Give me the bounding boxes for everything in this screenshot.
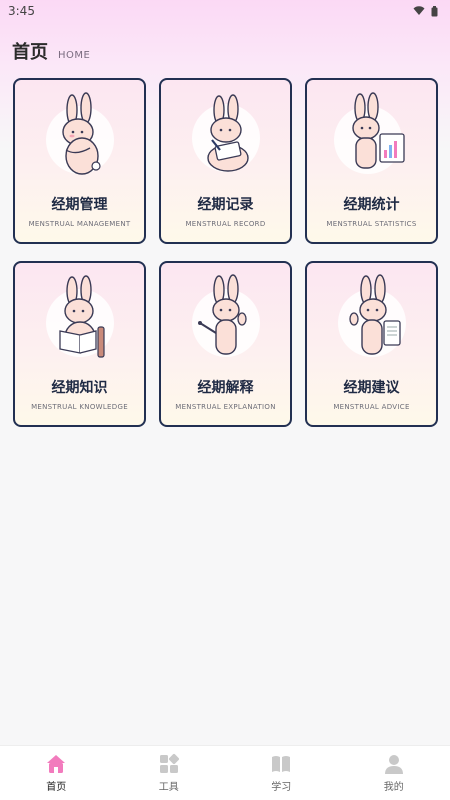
card-menstrual-statistics[interactable]: 经期统计 MENSTRUAL STATISTICS [305, 78, 438, 244]
card-title: 经期管理 [51, 197, 108, 213]
card-title: 经期统计 [343, 197, 400, 213]
tools-icon [159, 753, 179, 773]
card-title: 经期建议 [343, 380, 400, 396]
card-menstrual-management[interactable]: 经期管理 MENSTRUAL MANAGEMENT [13, 78, 146, 244]
status-icons [413, 5, 438, 17]
page-subtitle: HOME [58, 50, 91, 61]
card-subtitle: MENSTRUAL RECORD [185, 220, 266, 228]
card-title: 经期记录 [197, 197, 254, 213]
bunny-hugging-icon [45, 92, 114, 175]
bunny-chart-icon [333, 92, 405, 174]
bunny-thumbsup-icon [337, 274, 406, 357]
card-menstrual-advice[interactable]: 经期建议 MENSTRUAL ADVICE [305, 261, 438, 427]
nav-tools[interactable]: 工具 [113, 746, 226, 800]
battery-icon [431, 5, 438, 16]
card-subtitle: MENSTRUAL EXPLANATION [175, 403, 276, 411]
nav-label-home: 首页 [46, 782, 67, 793]
bunny-pointer-icon [191, 274, 260, 357]
nav-home[interactable]: 首页 [0, 746, 113, 800]
page-header: 首页 HOME [12, 38, 90, 64]
bottom-nav: 首页 工具 学习 我的 [0, 745, 450, 800]
card-menstrual-explanation[interactable]: 经期解释 MENSTRUAL EXPLANATION [159, 261, 292, 427]
card-menstrual-record[interactable]: 经期记录 MENSTRUAL RECORD [159, 78, 292, 244]
wifi-icon [413, 6, 425, 15]
book-icon [272, 756, 291, 772]
user-icon [384, 755, 403, 774]
card-title: 经期知识 [51, 380, 108, 396]
nav-label-profile: 我的 [383, 782, 404, 793]
nav-label-tools: 工具 [158, 782, 179, 793]
card-subtitle: MENSTRUAL MANAGEMENT [28, 220, 131, 228]
card-subtitle: MENSTRUAL ADVICE [333, 403, 410, 411]
page-title: 首页 [12, 42, 48, 63]
nav-learn[interactable]: 学习 [225, 746, 338, 800]
card-title: 经期解释 [197, 380, 254, 396]
nav-profile[interactable]: 我的 [338, 746, 450, 800]
nav-label-learn: 学习 [271, 782, 292, 793]
status-time: 3:45 [8, 4, 35, 18]
home-icon [47, 755, 66, 773]
card-subtitle: MENSTRUAL STATISTICS [326, 220, 417, 228]
card-subtitle: MENSTRUAL KNOWLEDGE [31, 403, 128, 411]
card-menstrual-knowledge[interactable]: 经期知识 MENSTRUAL KNOWLEDGE [13, 261, 146, 427]
status-bar: 3:45 [0, 0, 450, 22]
feature-grid: 经期管理 MENSTRUAL MANAGEMENT 经期记录 MENSTRUAL… [13, 78, 438, 427]
bunny-writing-icon [191, 94, 260, 172]
bunny-reading-icon [45, 275, 114, 358]
